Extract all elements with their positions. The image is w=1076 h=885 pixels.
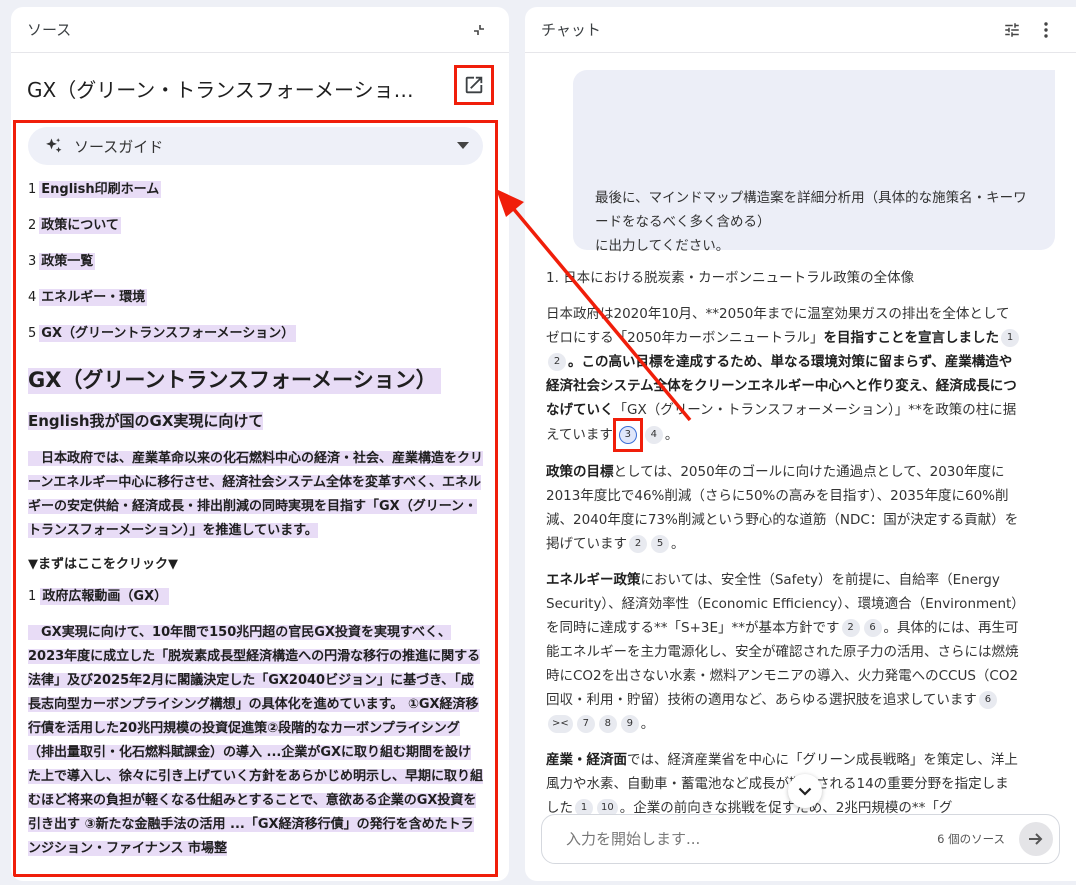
highlighted-citation[interactable]: 3 (612, 418, 643, 452)
toc-item[interactable]: 2 政策について (28, 217, 483, 253)
chat-panel-title: チャット (541, 21, 601, 39)
source-count: 6 個のソース (937, 832, 1005, 846)
click-here-text: ▼まずはここをクリック▼ (28, 557, 178, 572)
toc-list: 1 English印刷ホーム 2 政策について 3 政策一覧 4 エネルギー・環境 5G… (28, 181, 483, 361)
source-guide-label: ソースガイド (74, 137, 164, 156)
video-link[interactable]: 1 政府広報動画（GX） (28, 587, 483, 607)
doc-paragraph: 日本政府では、産業革命以来の化石燃料中心の経済・社会、産業構造をクリーンエネルギ… (28, 451, 484, 538)
chat-body: 最後に、マインドマップ構造案を詳細分析用（具体的な施策名・キーワードをなるべく多… (525, 54, 1076, 881)
source-panel-header: ソース (11, 7, 509, 53)
citation-chip[interactable]: 6 (863, 619, 882, 637)
chat-input[interactable] (566, 830, 938, 848)
answer-paragraph: 産業・経済面では、経済産業省を中心に「グリーン成長戦略」を策定し、洋上風力や水素… (546, 752, 1018, 817)
source-guide-toggle[interactable]: ソースガイド (28, 127, 483, 165)
toc-item[interactable]: 5 GX（グリーントランスフォーメーション） (28, 325, 483, 361)
citation-chip[interactable]: 2 (548, 353, 566, 371)
open-external-button[interactable] (454, 65, 494, 105)
citation-chip[interactable]: 9 (620, 715, 639, 733)
citation-chip[interactable]: 7 (576, 715, 595, 733)
source-content: ソースガイド 1 English印刷ホーム 2 政策について 3 政策一覧 4 エネルギ… (13, 120, 498, 877)
doc-heading: GX（グリーントランスフォーメーション） (28, 363, 483, 397)
chevron-down-icon (798, 787, 812, 796)
send-button[interactable] (1019, 822, 1053, 856)
sparkle-icon (46, 138, 62, 153)
chat-composer: 6 個のソース (541, 814, 1060, 864)
assistant-answer: 1. 日本における脱炭素・カーボンニュートラル政策の全体像 日本政府は2020年… (546, 266, 1021, 832)
citation-chip[interactable]: 1 (1001, 329, 1019, 347)
collapse-icon[interactable] (465, 16, 493, 44)
scroll-down-button[interactable] (788, 774, 822, 808)
doc-paragraph: GX実現に向けて、10年間で150兆円超の官民GX投資を実現すべく、2023年度… (28, 625, 484, 856)
answer-paragraph: 日本政府は2020年10月、**2050年までに温室効果ガスの排出を全体としてゼ… (546, 302, 1021, 452)
source-panel: ソース GX（グリーン・トランスフォーメーショ… ソースガイド 1 English… (11, 7, 509, 881)
chat-panel-header: チャット (525, 7, 1076, 53)
citation-chip[interactable]: 5 (651, 535, 669, 553)
user-message: 最後に、マインドマップ構造案を詳細分析用（具体的な施策名・キーワードをなるべく多… (573, 70, 1055, 254)
tune-icon[interactable] (998, 16, 1026, 44)
citation-chip[interactable]: 6 (978, 691, 997, 709)
answer-heading: 1. 日本における脱炭素・カーボンニュートラル政策の全体像 (546, 270, 915, 286)
citation-chip[interactable]: 2 (629, 535, 647, 553)
source-document-title: GX（グリーン・トランスフォーメーショ… (27, 77, 414, 102)
toc-item[interactable]: 1 English印刷ホーム (28, 181, 483, 217)
citation-chip[interactable]: 2 (841, 619, 860, 637)
answer-paragraph: 政策の目標としては、2050年のゴールに向けた通過点として、2030年度に201… (546, 464, 1019, 553)
answer-paragraph: エネルギー政策においては、安全性（Safety）を前提に、自給率（Energy … (546, 572, 1019, 733)
doc-subheading: English我が国のGX実現に向けて (28, 412, 264, 430)
citation-chip[interactable]: 3 (618, 426, 637, 444)
more-vert-icon[interactable] (1032, 16, 1060, 44)
toc-item[interactable]: 4 エネルギー・環境 (28, 289, 483, 325)
citation-chip[interactable]: 8 (598, 715, 617, 733)
citation-chip[interactable]: >< (548, 715, 573, 733)
open-external-icon (465, 76, 483, 94)
send-arrow-icon (1029, 833, 1043, 845)
toc-item[interactable]: 3 政策一覧 (28, 253, 483, 289)
source-panel-title: ソース (27, 21, 72, 39)
source-title-row: GX（グリーン・トランスフォーメーショ… (11, 65, 509, 111)
chat-panel: チャット 最後に、マインドマップ構造案を詳細分析用（具体的な施策名・キーワードを… (525, 7, 1076, 881)
citation-chip[interactable]: 4 (644, 426, 663, 444)
dropdown-icon (457, 142, 469, 149)
